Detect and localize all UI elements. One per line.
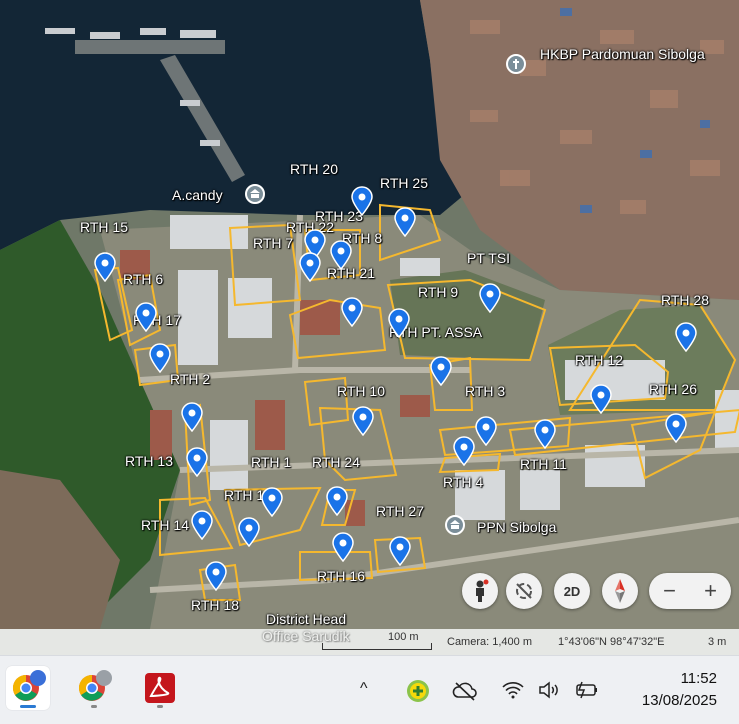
- compass-button[interactable]: [602, 573, 638, 609]
- map-pin-icon[interactable]: [534, 419, 556, 450]
- map-pin-icon[interactable]: [332, 532, 354, 563]
- map-pin-icon[interactable]: [149, 343, 171, 374]
- cursor-coordinates: 1°43'06"N 98°47'32"E: [558, 636, 665, 648]
- street-view-pegman-button[interactable]: [462, 573, 498, 609]
- rth-9-label[interactable]: RTH 9: [418, 284, 458, 300]
- rth-28-label[interactable]: RTH 28: [661, 292, 709, 308]
- scale-bar: [322, 643, 432, 650]
- map-pin-icon[interactable]: [330, 240, 352, 271]
- taskbar-clock[interactable]: 11:52 13/08/2025: [642, 668, 717, 712]
- map-pin-icon[interactable]: [191, 510, 213, 541]
- taskbar-chrome-profile-1[interactable]: [6, 666, 50, 710]
- rth-15-label[interactable]: RTH 15: [80, 219, 128, 235]
- satellite-imagery: [0, 0, 739, 655]
- map-status-bar: 100 m Camera: 1,400 m 1°43'06"N 98°47'32…: [0, 629, 739, 655]
- map-pin-icon[interactable]: [341, 297, 363, 328]
- elevation: 3 m: [708, 636, 727, 648]
- map-pin-icon[interactable]: [205, 561, 227, 592]
- pt-tsi-label[interactable]: PT TSI: [467, 250, 510, 266]
- rth-12-label[interactable]: RTH 12: [575, 352, 623, 368]
- museum-icon[interactable]: [245, 184, 265, 204]
- museum-label[interactable]: A.candy: [172, 187, 223, 203]
- map-pin-icon[interactable]: [94, 252, 116, 283]
- district-head-label[interactable]: District Head: [266, 611, 346, 627]
- chrome-icon: [78, 670, 112, 701]
- camera-altitude: Camera: 1,400 m: [447, 636, 532, 648]
- rth-14-label[interactable]: RTH 14: [141, 517, 189, 533]
- map-pin-icon[interactable]: [181, 402, 203, 433]
- chrome-icon: [12, 670, 46, 701]
- pegman-icon: [476, 579, 489, 602]
- zoom-control: − +: [649, 573, 731, 609]
- battery-charging-icon[interactable]: [574, 680, 600, 700]
- rth-27-label[interactable]: RTH 27: [376, 503, 424, 519]
- rth-25-label[interactable]: RTH 25: [380, 175, 428, 191]
- scale-label: 100 m: [388, 631, 419, 643]
- map-pin-icon[interactable]: [326, 486, 348, 517]
- rth-26-label[interactable]: RTH 26: [649, 381, 697, 397]
- map-pin-icon[interactable]: [186, 447, 208, 478]
- ppn-sibolga-label[interactable]: PPN Sibolga: [477, 519, 556, 535]
- zoom-in-button[interactable]: +: [704, 578, 717, 604]
- map-pin-icon[interactable]: [261, 487, 283, 518]
- map-view[interactable]: HKBP Pardomuan Sibolga A.candy PT TSI RT…: [0, 0, 739, 655]
- zoom-out-button[interactable]: −: [663, 578, 676, 604]
- taskbar-chrome-profile-2[interactable]: [72, 666, 116, 710]
- acrobat-icon: [145, 673, 175, 703]
- plus-app-tray-icon[interactable]: [405, 678, 431, 704]
- show-hidden-icons-chevron[interactable]: ^: [360, 680, 368, 698]
- rth-16-label[interactable]: RTH 16: [317, 568, 365, 584]
- view-mode-button[interactable]: 2D: [554, 573, 590, 609]
- volume-icon[interactable]: [537, 680, 561, 700]
- map-pin-icon[interactable]: [135, 302, 157, 333]
- rotate-icon: [516, 583, 532, 599]
- rth-18-label[interactable]: RTH 18: [191, 597, 239, 613]
- map-pin-icon[interactable]: [388, 308, 410, 339]
- onedrive-offline-icon[interactable]: [452, 680, 478, 702]
- map-pin-icon[interactable]: [352, 406, 374, 437]
- map-pin-icon[interactable]: [665, 413, 687, 444]
- map-pin-icon[interactable]: [351, 186, 373, 217]
- rth-3-label[interactable]: RTH 3: [465, 383, 505, 399]
- tilt-rotate-button[interactable]: [506, 573, 542, 609]
- map-pin-icon[interactable]: [475, 416, 497, 447]
- rth-7-label[interactable]: RTH 7: [253, 235, 293, 251]
- map-pin-icon[interactable]: [675, 322, 697, 353]
- church-icon[interactable]: [506, 54, 526, 74]
- port-icon[interactable]: [445, 515, 465, 535]
- rth-13-label[interactable]: RTH 13: [125, 453, 173, 469]
- taskbar: ^ 11:52 13/08/2025: [0, 655, 739, 724]
- map-pin-icon[interactable]: [389, 536, 411, 567]
- clock-time: 11:52: [680, 670, 717, 687]
- map-pin-icon[interactable]: [590, 384, 612, 415]
- church-name: HKBP Pardomuan Sibolga: [540, 46, 705, 62]
- map-pin-icon[interactable]: [479, 283, 501, 314]
- map-pin-icon[interactable]: [430, 356, 452, 387]
- map-pin-icon[interactable]: [238, 517, 260, 548]
- rth-11-label[interactable]: RTH 11: [520, 456, 567, 472]
- map-pin-icon[interactable]: [394, 207, 416, 238]
- rth-10-label[interactable]: RTH 10: [337, 383, 385, 399]
- wifi-icon[interactable]: [501, 680, 525, 700]
- church-label[interactable]: HKBP Pardomuan Sibolga: [540, 46, 705, 62]
- rth-20-label[interactable]: RTH 20: [290, 161, 338, 177]
- rth-4-label[interactable]: RTH 4: [443, 474, 483, 490]
- compass-icon: [615, 579, 625, 603]
- rth-1-label[interactable]: RTH 1: [251, 454, 291, 470]
- pt-assa-name: PT. ASSA: [421, 324, 483, 340]
- district-head-label-faded: Office Sarudik: [262, 628, 350, 644]
- view-mode-label: 2D: [563, 583, 581, 599]
- rth-2-label[interactable]: RTH 2: [170, 371, 210, 387]
- taskbar-acrobat-reader[interactable]: [138, 666, 182, 710]
- rth-6-label[interactable]: RTH 6: [123, 271, 163, 287]
- clock-date: 13/08/2025: [641, 692, 717, 709]
- map-pin-icon[interactable]: [299, 252, 321, 283]
- rth-24-label[interactable]: RTH 24: [312, 454, 360, 470]
- map-pin-icon[interactable]: [453, 436, 475, 467]
